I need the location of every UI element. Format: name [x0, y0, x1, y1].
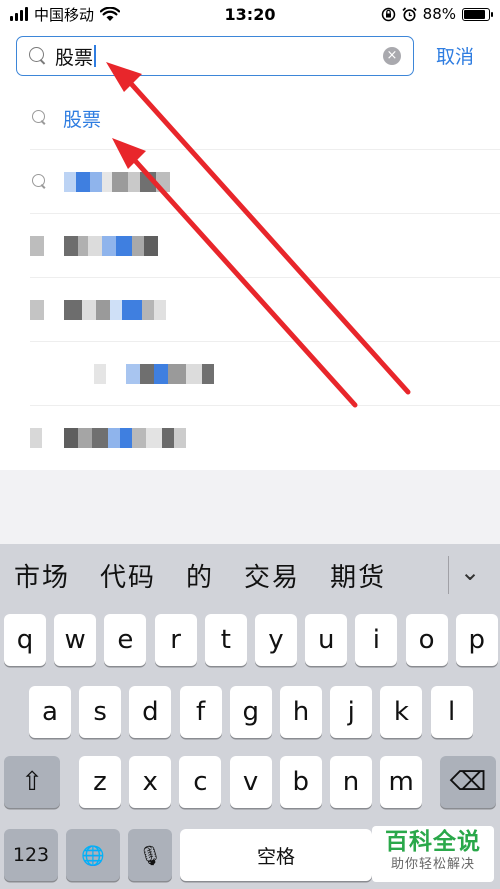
candidate-bar: 市场 代码 的 交易 期货: [0, 544, 500, 606]
search-row: 股票 × 取消: [0, 36, 500, 78]
key-o[interactable]: o: [405, 614, 448, 666]
suggestion-item-blurred[interactable]: [30, 150, 500, 214]
battery-icon: [462, 7, 493, 21]
key-v[interactable]: v: [229, 756, 272, 808]
search-icon: [32, 110, 48, 126]
delete-key[interactable]: ⌫: [440, 756, 496, 808]
pixelated-text: [30, 300, 166, 320]
watermark-subtitle: 助你轻松解决: [390, 857, 475, 872]
key-f[interactable]: f: [179, 686, 222, 738]
candidate-word[interactable]: 期货: [330, 557, 386, 594]
key-b[interactable]: b: [279, 756, 322, 808]
key-i[interactable]: i: [355, 614, 398, 666]
candidate-word[interactable]: 代码: [100, 557, 156, 594]
key-z[interactable]: z: [79, 756, 121, 808]
space-key[interactable]: 空格: [180, 829, 372, 881]
suggestion-item-blurred[interactable]: [30, 406, 500, 470]
battery-percent: 88%: [422, 5, 456, 23]
alarm-icon: [402, 6, 417, 21]
carrier-label: 中国移动: [34, 5, 95, 24]
clear-icon[interactable]: ×: [383, 47, 401, 65]
numbers-key[interactable]: 123: [4, 829, 58, 881]
key-c[interactable]: c: [179, 756, 222, 808]
orientation-lock-icon: [381, 7, 395, 21]
pixelated-text: [64, 172, 170, 192]
watermark-title: 百科全说: [385, 829, 481, 855]
key-y[interactable]: y: [255, 614, 297, 666]
key-t[interactable]: t: [204, 614, 247, 666]
status-right: 88%: [381, 5, 493, 23]
key-g[interactable]: g: [229, 686, 272, 738]
suggestion-item-blurred[interactable]: [30, 214, 500, 278]
key-p[interactable]: p: [455, 614, 498, 666]
key-d[interactable]: d: [129, 686, 172, 738]
key-e[interactable]: e: [104, 614, 147, 666]
key-x[interactable]: x: [129, 756, 172, 808]
search-query: 股票: [55, 46, 94, 69]
battery-fill: [464, 9, 486, 19]
shift-key[interactable]: ⇧: [4, 756, 60, 808]
key-s[interactable]: s: [79, 686, 122, 738]
key-a[interactable]: a: [29, 686, 71, 738]
key-m[interactable]: m: [380, 756, 423, 808]
status-bar: 中国移动 13:20 88%: [0, 0, 500, 28]
key-q[interactable]: q: [4, 614, 46, 666]
key-l[interactable]: l: [430, 686, 473, 738]
empty-area: [0, 470, 500, 544]
pixelated-text: [94, 364, 214, 384]
key-j[interactable]: j: [330, 686, 373, 738]
key-r[interactable]: r: [154, 614, 197, 666]
suggestion-item-blurred[interactable]: [30, 342, 500, 406]
cancel-button[interactable]: 取消: [436, 42, 474, 69]
suggestion-list: 股票: [0, 86, 500, 470]
suggestion-item-blurred[interactable]: [30, 278, 500, 342]
chevron-down-icon[interactable]: ⌄: [460, 558, 480, 586]
signal-icon: [10, 7, 28, 21]
pixelated-text: [30, 236, 158, 256]
watermark-logo: 百科全说 助你轻松解决: [372, 826, 494, 882]
globe-icon[interactable]: 🌐: [66, 829, 120, 881]
key-u[interactable]: u: [305, 614, 348, 666]
text-cursor: [94, 45, 97, 67]
candidate-word[interactable]: 的: [186, 557, 214, 594]
microphone-icon[interactable]: 🎙: [128, 829, 172, 881]
candidate-divider: [448, 556, 449, 594]
search-input[interactable]: 股票 ×: [16, 36, 414, 76]
suggestion-item[interactable]: 股票: [30, 86, 500, 150]
wifi-icon: [100, 6, 121, 21]
search-icon: [29, 47, 47, 65]
pixelated-text: [30, 428, 186, 448]
key-h[interactable]: h: [280, 686, 322, 738]
key-n[interactable]: n: [330, 756, 372, 808]
suggestion-text: 股票: [63, 109, 102, 131]
key-w[interactable]: w: [54, 614, 97, 666]
candidate-word[interactable]: 交易: [244, 557, 300, 594]
key-k[interactable]: k: [380, 686, 423, 738]
candidate-word[interactable]: 市场: [14, 557, 70, 594]
status-left: 中国移动: [10, 4, 121, 25]
search-icon: [32, 174, 48, 190]
